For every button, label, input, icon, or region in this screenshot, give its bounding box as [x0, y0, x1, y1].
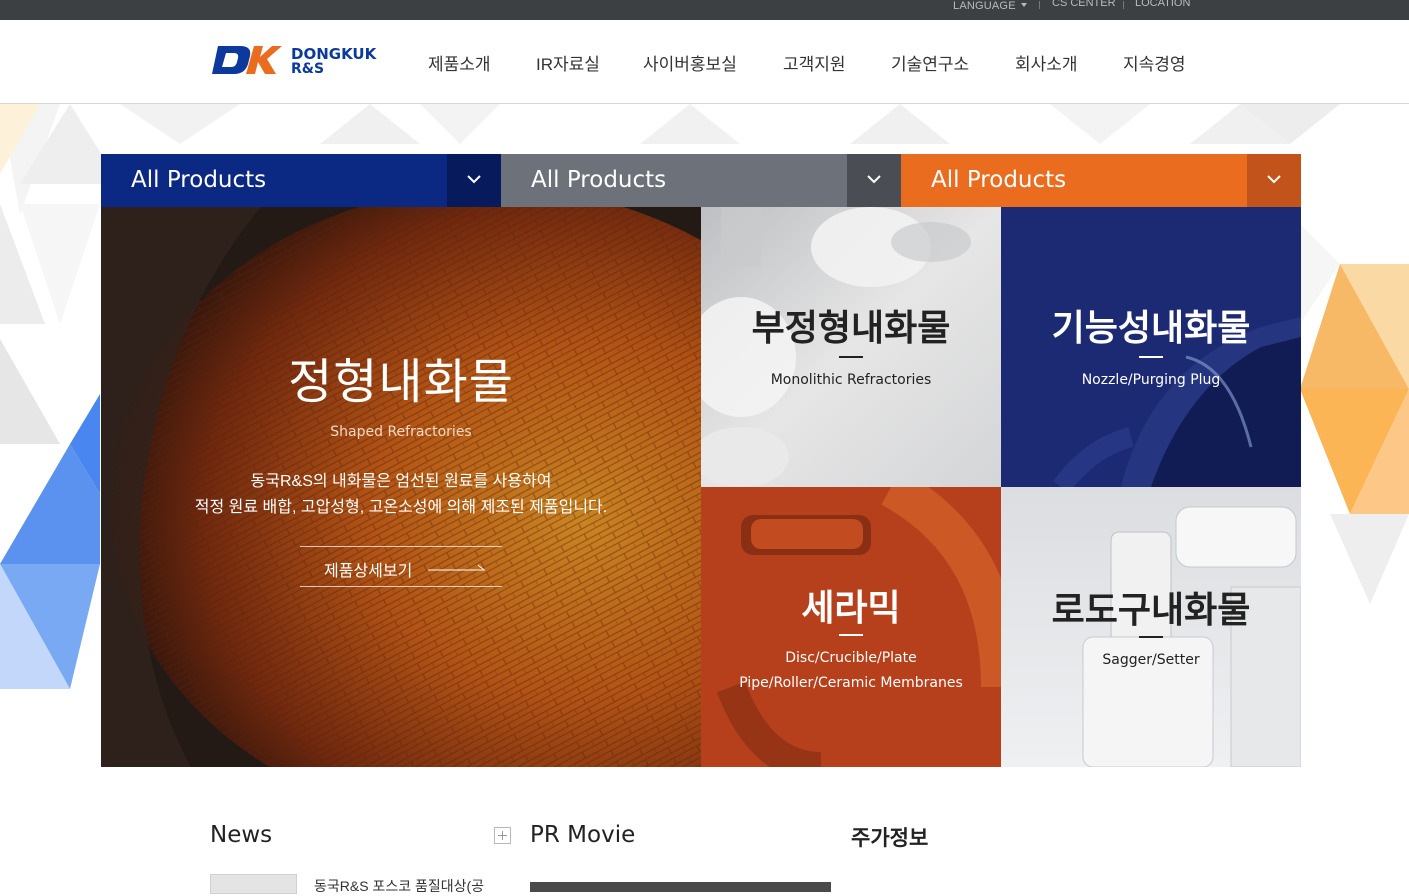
chevron-down-icon: [467, 175, 481, 184]
dropdown-toggle-button[interactable]: [447, 154, 501, 207]
dropdown-label: All Products: [131, 167, 267, 193]
tile-title: 세라믹: [801, 588, 901, 629]
video-player[interactable]: [530, 882, 831, 892]
tile-title: 기능성내화물: [1051, 308, 1251, 349]
title-underline: [1139, 356, 1163, 358]
nav-item-ir[interactable]: IR자료실: [536, 55, 600, 75]
title-underline: [839, 356, 863, 358]
stock-heading: 주가정보: [851, 826, 929, 850]
dropdown-label: All Products: [531, 167, 667, 193]
dropdown-toggle-button[interactable]: [847, 154, 901, 207]
stock-section: 주가정보: [851, 822, 928, 852]
language-label: LANGUAGE: [953, 0, 1016, 12]
location-link[interactable]: LOCATION: [1135, 0, 1190, 9]
nav-item-research[interactable]: 기술연구소: [891, 55, 969, 75]
tile-description: 동국R&S의 내화물은 엄선된 원료를 사용하여 적정 원료 배합, 고압성형,…: [101, 469, 701, 521]
tile-title: 부정형내화물: [751, 308, 951, 349]
nav-item-cyber-pr[interactable]: 사이버홍보실: [643, 55, 737, 75]
caret-down-icon: [1020, 3, 1027, 7]
main-nav: 제품소개 IR자료실 사이버홍보실 고객지원 기술연구소 회사소개 지속경영: [0, 55, 1409, 77]
chevron-down-icon: [867, 175, 881, 184]
product-dropdown-3[interactable]: All Products: [901, 154, 1301, 207]
divider: [1039, 1, 1040, 9]
shaped-refractories-tile[interactable]: 정형내화물 Shaped Refractories 동국R&S의 내화물은 엄선…: [101, 207, 701, 767]
title-underline: [839, 634, 863, 636]
nav-item-company[interactable]: 회사소개: [1015, 55, 1078, 75]
divider: [1123, 1, 1124, 9]
subtitle-line: Disc/Crucible/Plate: [785, 650, 917, 666]
top-utility-bar: LANGUAGE CS CENTER LOCATION: [0, 0, 1409, 20]
product-dropdown-2[interactable]: All Products: [501, 154, 901, 207]
language-selector[interactable]: LANGUAGE: [953, 0, 1027, 12]
title-underline: [1139, 636, 1163, 638]
news-section: News 동국R&S 포스코 품질대상(공: [210, 822, 511, 894]
tile-subtitle: Shaped Refractories: [330, 424, 472, 440]
nav-item-products[interactable]: 제품소개: [428, 55, 491, 75]
cs-center-link[interactable]: CS CENTER: [1052, 0, 1116, 9]
dropdown-toggle-button[interactable]: [1247, 154, 1301, 207]
kiln-furniture-tile[interactable]: 로도구내화물 Sagger/Setter: [1001, 487, 1301, 767]
product-detail-button[interactable]: 제품상세보기: [300, 546, 502, 587]
nav-item-support[interactable]: 고객지원: [783, 55, 846, 75]
arrow-right-icon: [428, 564, 486, 571]
subtitle-line: Pipe/Roller/Ceramic Membranes: [739, 675, 963, 691]
nav-item-sustainability[interactable]: 지속경영: [1123, 55, 1186, 75]
monolithic-refractories-tile[interactable]: 부정형내화물 Monolithic Refractories: [701, 207, 1001, 487]
product-detail-label: 제품상세보기: [324, 563, 413, 580]
tile-subtitle: Nozzle/Purging Plug: [1081, 372, 1221, 388]
news-item-title[interactable]: 동국R&S 포스코 품질대상(공: [314, 876, 484, 896]
header: DONGKUK R&S 제품소개 IR자료실 사이버홍보실 고객지원 기술연구소…: [0, 20, 1409, 104]
more-plus-icon[interactable]: [494, 827, 511, 844]
tile-subtitle: Disc/Crucible/Plate Pipe/Roller/Ceramic …: [701, 646, 1001, 696]
dropdown-label: All Products: [931, 167, 1067, 193]
functional-refractories-tile[interactable]: 기능성내화물 Nozzle/Purging Plug: [1001, 207, 1301, 487]
tile-title: 로도구내화물: [1051, 590, 1251, 631]
pr-movie-heading: PR Movie: [530, 822, 636, 848]
tile-subtitle: Sagger/Setter: [1102, 652, 1200, 668]
product-category-grid: 정형내화물 Shaped Refractories 동국R&S의 내화물은 엄선…: [101, 207, 1301, 767]
ceramics-tile[interactable]: 세라믹 Disc/Crucible/Plate Pipe/Roller/Cera…: [701, 487, 1001, 767]
product-dropdown-1[interactable]: All Products: [101, 154, 501, 207]
product-filter-bar: All Products All Products All Products: [101, 154, 1301, 207]
tile-subtitle: Monolithic Refractories: [770, 372, 932, 388]
pr-movie-section: PR Movie: [530, 822, 831, 892]
description-line: 동국R&S의 내화물은 엄선된 원료를 사용하여: [250, 473, 552, 490]
chevron-down-icon: [1267, 175, 1281, 184]
news-heading: News: [210, 822, 273, 848]
news-thumbnail[interactable]: [210, 874, 297, 894]
description-line: 적정 원료 배합, 고압성형, 고온소성에 의해 제조된 제품입니다.: [194, 499, 608, 516]
tile-title: 정형내화물: [288, 354, 514, 410]
